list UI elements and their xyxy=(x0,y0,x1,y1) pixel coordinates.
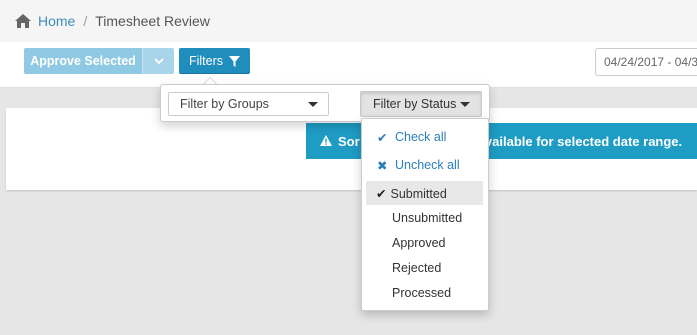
approve-selected-button[interactable]: Approve Selected xyxy=(24,48,142,74)
breadcrumb: Home / Timesheet Review xyxy=(0,0,697,42)
x-icon: ✖ xyxy=(377,158,388,173)
status-option-submitted[interactable]: ✔ Submitted xyxy=(366,181,483,205)
alert-text-start: Sor xyxy=(338,133,360,149)
home-icon[interactable] xyxy=(14,13,32,29)
breadcrumb-current-page: Timesheet Review xyxy=(95,13,210,29)
filter-by-groups-select[interactable]: Filter by Groups xyxy=(168,92,329,116)
warning-icon xyxy=(320,134,332,149)
caret-down-icon xyxy=(308,102,318,107)
date-range-input[interactable]: 04/24/2017 - 04/30/2017 xyxy=(595,48,697,76)
filters-button-label: Filters xyxy=(188,54,224,68)
funnel-icon xyxy=(229,55,241,67)
status-option-processed[interactable]: Processed xyxy=(366,281,483,305)
approve-options-caret-button[interactable] xyxy=(142,48,174,74)
alert-text-end: available for selected date range. xyxy=(477,133,683,149)
status-option-label: Approved xyxy=(392,236,446,250)
chevron-down-icon xyxy=(153,57,164,64)
toolbar: Approve Selected Filters 04/24/2017 - 04… xyxy=(0,42,697,88)
filter-by-status-button[interactable]: Filter by Status xyxy=(360,91,482,117)
check-all-link[interactable]: ✔ Check all xyxy=(377,128,446,146)
check-all-label: Check all xyxy=(395,130,447,144)
filter-by-status-label: Filter by Status xyxy=(373,97,457,111)
status-option-label: Rejected xyxy=(392,261,442,275)
breadcrumb-home-link[interactable]: Home xyxy=(38,13,75,29)
check-icon: ✔ xyxy=(377,130,388,145)
uncheck-all-link[interactable]: ✖ Uncheck all xyxy=(377,156,460,174)
status-option-approved[interactable]: Approved xyxy=(366,231,483,255)
status-option-rejected[interactable]: Rejected xyxy=(366,256,483,280)
filters-button[interactable]: Filters xyxy=(179,48,250,74)
breadcrumb-separator: / xyxy=(83,13,88,29)
status-option-unsubmitted[interactable]: Unsubmitted xyxy=(366,206,483,230)
status-option-label: Submitted xyxy=(390,187,447,201)
uncheck-all-label: Uncheck all xyxy=(395,158,460,172)
caret-down-icon xyxy=(460,102,470,107)
filter-by-groups-value: Filter by Groups xyxy=(180,97,269,111)
status-option-label: Processed xyxy=(392,286,452,300)
status-option-label: Unsubmitted xyxy=(392,211,463,225)
check-icon: ✔ xyxy=(376,187,387,201)
